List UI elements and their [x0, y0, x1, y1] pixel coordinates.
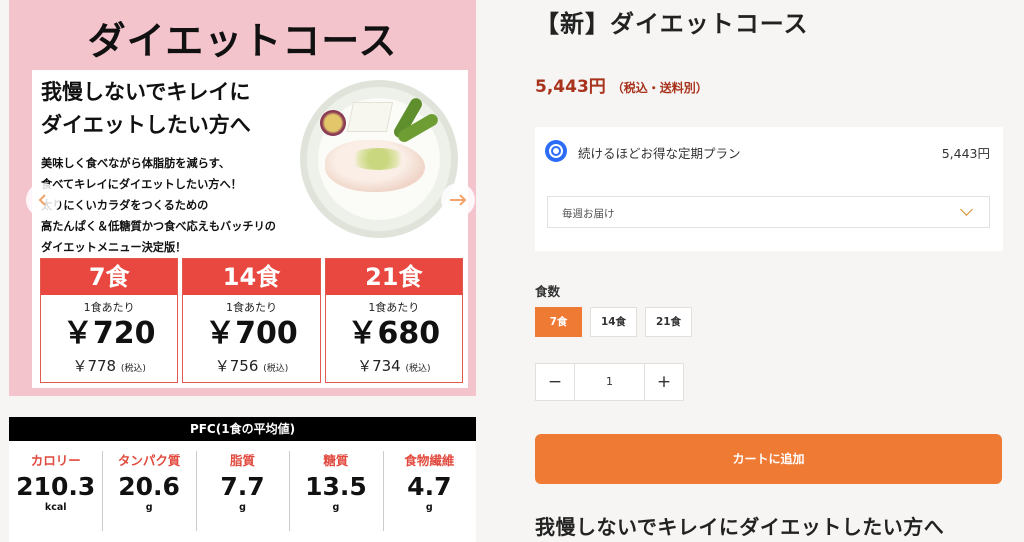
quantity-input[interactable]: 1	[574, 364, 645, 400]
hero-title: ダイエットコース	[87, 19, 398, 63]
pfc-row: カロリー 210.3 kcal タンパク質 20.6 g 脂質 7.7 g 糖質…	[9, 441, 476, 542]
sauce-image	[348, 148, 408, 170]
price-box-tax: ￥778 (税込)	[41, 355, 177, 376]
plan-price: 5,443円	[941, 146, 990, 161]
price-box-tax-label: (税込)	[120, 364, 146, 374]
price-box-21: 21食 1食あたり ￥680 ￥734 (税込)	[324, 258, 463, 383]
increment-button[interactable]: +	[645, 364, 683, 400]
quantity-label: 食数	[535, 284, 561, 299]
hero-description: 美味しく食べながら体脂肪を減らす、 食べてキレイにダイエットしたい方へ！ 太りに…	[41, 157, 276, 254]
arrow-right-icon	[449, 188, 467, 212]
pfc-item-sugar: 糖質 13.5 g	[289, 451, 382, 542]
price-box-per: 1食あたり	[225, 301, 277, 314]
pfc-title: PFC(1食の平均値)	[9, 417, 476, 441]
product-price-note: （税込・送料別）	[611, 81, 708, 95]
price-box-count: 14食	[183, 259, 320, 295]
pfc-label: タンパク質	[117, 453, 181, 468]
price-boxes: 7食 1食あたり ￥720 ￥778 (税込) 14食 1食あたり ￥700 ￥…	[40, 258, 463, 383]
price-box-tax: ￥734 (税込)	[326, 355, 462, 376]
price-box-tax-label: (税込)	[263, 364, 289, 374]
price-box-price: ￥680	[347, 316, 441, 351]
pfc-label: カロリー	[30, 453, 81, 468]
price-box-tax-price: ￥778	[72, 357, 117, 375]
pfc-value: 7.7	[220, 472, 265, 501]
plan-radio[interactable]	[545, 140, 567, 162]
hero-banner: ダイエットコース 我慢しないでキレイに ダイエットしたい方へ 美味しく食べながら…	[9, 0, 476, 396]
pfc-unit: g	[239, 502, 246, 513]
hero-headline: 我慢しないでキレイに ダイエットしたい方へ	[41, 80, 251, 137]
pfc-item-calorie: カロリー 210.3 kcal	[9, 451, 102, 542]
dish-image	[300, 80, 458, 238]
price-box-per: 1食あたり	[83, 301, 135, 314]
pfc-unit: g	[332, 502, 340, 513]
select-value: 毎週お届け	[562, 208, 615, 220]
pfc-value: 4.7	[407, 472, 452, 501]
pfc-value: 13.5	[305, 472, 367, 501]
radio-dot-icon	[551, 146, 561, 156]
price-box-tax-price: ￥756	[214, 357, 259, 375]
option-7[interactable]: 7食	[535, 307, 582, 337]
pfc-item-fat: 脂質 7.7 g	[195, 451, 289, 542]
price-box-tax: ￥756 (税込)	[183, 355, 319, 376]
price-box-price: ￥720	[62, 316, 156, 351]
carousel-next-button[interactable]	[441, 183, 475, 217]
plan-box: 続けるほどお得な定期プラン 5,443円 毎週お届け	[535, 127, 1003, 251]
pfc-label: 脂質	[230, 453, 256, 468]
pfc-label: 食物繊維	[404, 453, 455, 468]
sweet-potato-image	[320, 110, 346, 136]
decrement-button[interactable]: −	[536, 364, 574, 400]
pfc-panel: PFC(1食の平均値) カロリー 210.3 kcal タンパク質 20.6 g…	[9, 417, 476, 542]
price-box-tax-label: (税込)	[405, 364, 431, 374]
price-box-14: 14食 1食あたり ￥700 ￥756 (税込)	[182, 258, 321, 383]
product-price-value: 5,443円	[535, 77, 606, 97]
pfc-item-fiber: 食物繊維 4.7 g	[382, 451, 476, 542]
price-box-count: 21食	[325, 259, 462, 295]
pfc-value: 210.3	[16, 472, 96, 501]
tofu-image	[346, 102, 394, 132]
meal-count-options: 7食 14食 21食	[535, 307, 692, 337]
pfc-label: 糖質	[323, 453, 349, 468]
price-box-per: 1食あたり	[368, 301, 420, 314]
quantity-stepper: − 1 +	[535, 363, 684, 401]
pfc-value: 20.6	[118, 472, 180, 501]
add-to-cart-button[interactable]: カートに追加	[535, 434, 1002, 484]
pfc-unit: g	[145, 502, 153, 513]
chevron-left-icon	[36, 188, 50, 212]
plan-name[interactable]: 続けるほどお得な定期プラン	[578, 143, 741, 162]
product-price: 5,443円 （税込・送料別）	[535, 72, 708, 97]
price-box-7: 7食 1食あたり ￥720 ￥778 (税込)	[40, 258, 179, 383]
option-21[interactable]: 21食	[645, 307, 692, 337]
price-box-count: 7食	[41, 259, 178, 295]
section-heading: 我慢しないでキレイにダイエットしたい方へ	[535, 515, 945, 539]
pfc-unit: g	[425, 502, 433, 513]
pfc-unit: kcal	[44, 502, 67, 513]
delivery-frequency-select[interactable]: 毎週お届け	[547, 196, 990, 228]
price-box-tax-price: ￥734	[357, 357, 401, 375]
option-14[interactable]: 14食	[590, 307, 637, 337]
price-box-price: ￥700	[205, 316, 298, 351]
chevron-down-icon	[960, 203, 973, 216]
pfc-item-protein: タンパク質 20.6 g	[102, 451, 195, 542]
carousel-prev-button[interactable]	[26, 183, 60, 217]
product-title: 【新】ダイエットコース	[535, 10, 809, 38]
